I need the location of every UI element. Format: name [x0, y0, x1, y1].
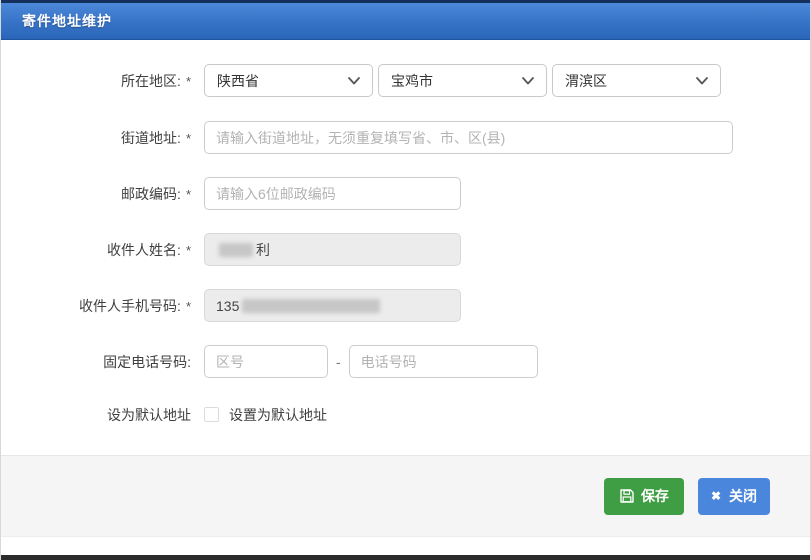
postcode-input[interactable]	[204, 177, 461, 210]
sender-address-dialog: 寄件地址维护 所在地区:* 陕西省 宝鸡市 渭滨区 街道地址:* 邮政编码:* …	[0, 0, 811, 560]
row-default-address: 设为默认地址 设置为默认地址	[1, 398, 810, 431]
redacted-text	[242, 299, 380, 313]
recipient-name-label: 收件人姓名:*	[1, 240, 191, 260]
province-select[interactable]: 陕西省	[204, 64, 373, 97]
chevron-down-icon	[696, 77, 708, 85]
required-mark: *	[186, 131, 191, 146]
row-recipient-mobile: 收件人手机号码:* 135	[1, 289, 810, 322]
chevron-down-icon	[522, 77, 534, 85]
dialog-footer: 保存 ✖ 关闭	[1, 455, 810, 537]
dialog-title: 寄件地址维护	[22, 11, 112, 31]
dialog-header: 寄件地址维护	[1, 0, 810, 40]
street-input[interactable]	[204, 121, 733, 154]
recipient-name-field: 利	[204, 233, 461, 266]
region-label: 所在地区:*	[1, 71, 191, 91]
city-select-value: 宝鸡市	[391, 71, 433, 91]
save-button[interactable]: 保存	[604, 478, 684, 515]
phone-number-input[interactable]	[349, 345, 538, 378]
chevron-down-icon	[348, 77, 360, 85]
default-address-checkbox[interactable]	[204, 407, 219, 422]
street-label: 街道地址:*	[1, 128, 191, 148]
recipient-mobile-field: 135	[204, 289, 461, 322]
close-button[interactable]: ✖ 关闭	[698, 478, 770, 515]
redacted-text	[219, 243, 253, 257]
city-select[interactable]: 宝鸡市	[378, 64, 547, 97]
close-icon: ✖	[711, 489, 721, 503]
default-address-label: 设为默认地址	[1, 405, 191, 425]
required-mark: *	[186, 243, 191, 258]
phone-separator: -	[336, 354, 341, 370]
close-button-label: 关闭	[729, 486, 757, 506]
district-select[interactable]: 渭滨区	[552, 64, 721, 97]
row-postcode: 邮政编码:*	[1, 177, 810, 210]
default-address-checkbox-label: 设置为默认地址	[229, 405, 327, 425]
area-code-input[interactable]	[204, 345, 328, 378]
row-region: 所在地区:* 陕西省 宝鸡市 渭滨区	[1, 64, 810, 97]
row-recipient-name: 收件人姓名:* 利	[1, 233, 810, 266]
window-bottom-edge	[1, 555, 810, 560]
required-mark: *	[186, 299, 191, 314]
recipient-mobile-visible: 135	[216, 298, 239, 314]
recipient-name-visible: 利	[256, 240, 270, 260]
landline-label: 固定电话号码:	[1, 352, 191, 372]
row-landline: 固定电话号码: -	[1, 345, 810, 378]
district-select-value: 渭滨区	[565, 71, 607, 91]
province-select-value: 陕西省	[217, 71, 259, 91]
row-street: 街道地址:*	[1, 121, 810, 154]
required-mark: *	[186, 74, 191, 89]
required-mark: *	[186, 187, 191, 202]
save-icon	[619, 488, 635, 504]
postcode-label: 邮政编码:*	[1, 184, 191, 204]
save-button-label: 保存	[641, 486, 669, 506]
recipient-mobile-label: 收件人手机号码:*	[1, 296, 191, 316]
